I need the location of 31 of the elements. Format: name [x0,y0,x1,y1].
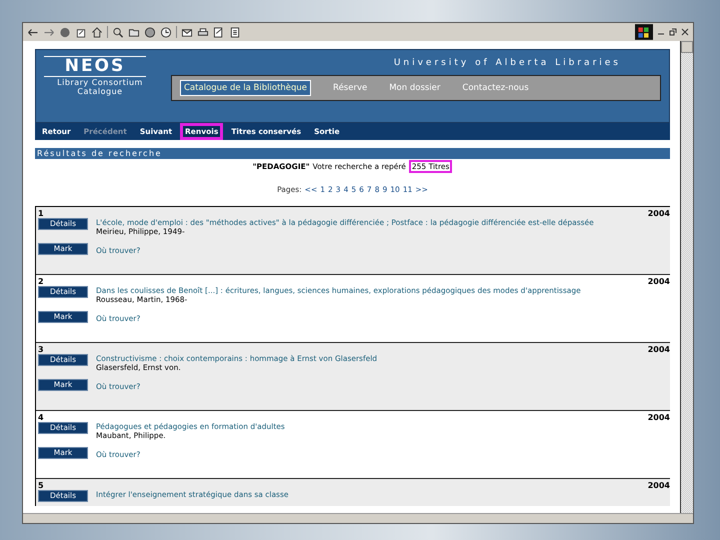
record-year: 2004 [648,277,670,286]
back-arrow-icon[interactable] [27,26,39,38]
mail-icon[interactable] [181,26,193,38]
clock-icon[interactable] [160,26,172,38]
document-icon[interactable] [229,26,241,38]
tab[interactable]: Catalogue de la Bibliothèque [180,80,312,96]
institution-name: University of Alberta Libraries [394,58,621,68]
printer-icon[interactable] [197,26,209,38]
search-icon[interactable] [112,26,124,38]
restore-icon[interactable] [669,28,677,36]
close-icon[interactable] [681,28,689,36]
record-year: 2004 [648,345,670,354]
results-heading: Résultats de recherche [35,148,670,159]
record-year: 2004 [648,413,670,422]
edit-icon[interactable] [213,26,225,38]
record-year: 2004 [648,481,670,490]
neos-logo: NEOS [44,56,146,77]
vertical-scrollbar[interactable] [680,41,693,513]
folder-icon[interactable] [128,26,140,38]
windows-logo-icon [635,24,653,40]
logo-subtitle: Library Consortium [56,78,144,87]
record-number: 4 [38,413,44,422]
record-number: 3 [38,345,44,354]
horizontal-scrollbar[interactable] [23,513,693,523]
record-number: 2 [38,277,44,286]
record-number: 1 [38,209,44,218]
forward-arrow-icon[interactable] [43,26,55,38]
record-year: 2004 [648,209,670,218]
record-number: 5 [38,481,44,490]
logo-subtitle: Catalogue [76,87,124,96]
home-icon[interactable] [91,26,103,38]
